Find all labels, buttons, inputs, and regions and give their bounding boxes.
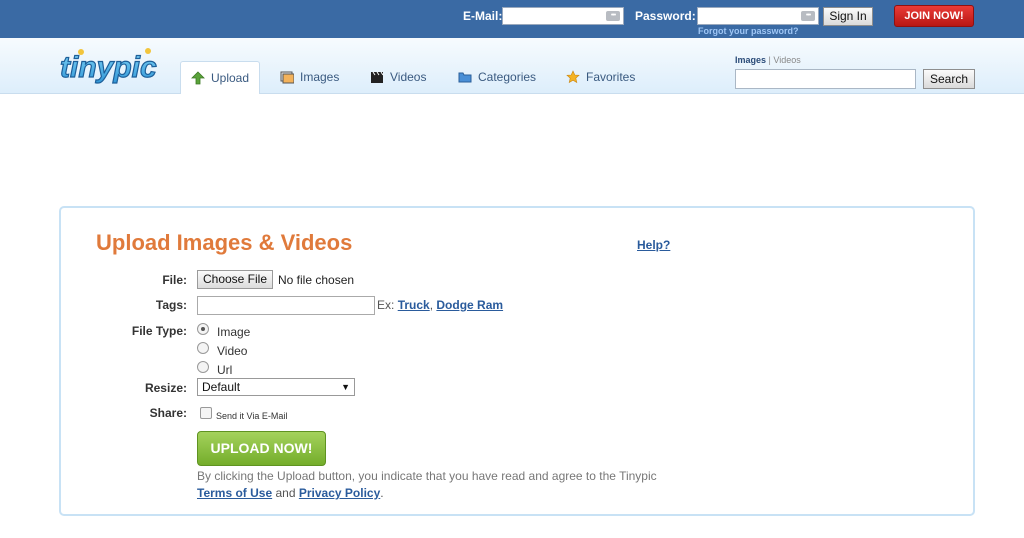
login-bar: E-Mail: ••• Password: ••• Sign In JOIN N… bbox=[0, 0, 1024, 38]
file-type-label: File Type: bbox=[131, 324, 187, 338]
choose-file-button[interactable]: Choose File bbox=[197, 270, 273, 289]
upload-panel: Upload Images & Videos Help? File: Choos… bbox=[59, 206, 975, 516]
main-nav: tinypic Upload Images Videos Categories … bbox=[0, 38, 1024, 94]
tags-example: Ex: Truck, Dodge Ram bbox=[377, 298, 503, 312]
resize-value: Default bbox=[202, 380, 241, 394]
tab-categories[interactable]: Categories bbox=[448, 61, 546, 93]
file-label: File: bbox=[162, 273, 187, 287]
search-scope: Images | Videos bbox=[735, 55, 801, 65]
folder-icon bbox=[458, 72, 472, 83]
tab-upload[interactable]: Upload bbox=[180, 61, 261, 94]
tags-input[interactable] bbox=[197, 296, 375, 315]
agreement-period: . bbox=[380, 486, 384, 500]
file-type-image-label[interactable]: Image bbox=[217, 325, 250, 339]
tags-label: Tags: bbox=[155, 298, 187, 312]
password-field[interactable]: ••• bbox=[697, 7, 819, 25]
tab-label: Categories bbox=[478, 70, 537, 84]
share-label: Share: bbox=[149, 406, 187, 420]
images-icon bbox=[280, 71, 294, 84]
upload-now-button[interactable]: UPLOAD NOW! bbox=[197, 431, 326, 466]
agreement-and: and bbox=[275, 486, 296, 500]
agreement-text: By clicking the Upload button, you indic… bbox=[197, 469, 657, 483]
star-icon bbox=[566, 70, 580, 84]
up-arrow-icon bbox=[191, 71, 205, 85]
logo-text: tinypic bbox=[60, 51, 157, 84]
password-label: Password: bbox=[635, 9, 696, 23]
tags-example-truck-link[interactable]: Truck bbox=[398, 298, 430, 312]
password-manager-icon[interactable]: ••• bbox=[606, 11, 620, 21]
resize-select[interactable]: Default ▼ bbox=[197, 378, 355, 396]
tags-example-prefix: Ex: bbox=[377, 298, 395, 312]
search-input[interactable] bbox=[735, 69, 916, 89]
share-email-checkbox[interactable] bbox=[200, 407, 212, 419]
tab-videos[interactable]: Videos bbox=[360, 61, 436, 93]
share-email-label[interactable]: Send it Via E-Mail bbox=[216, 411, 287, 421]
file-type-url-radio[interactable] bbox=[197, 361, 209, 373]
help-link[interactable]: Help? bbox=[637, 238, 670, 252]
join-now-button[interactable]: JOIN NOW! bbox=[894, 5, 974, 27]
tab-favorites[interactable]: Favorites bbox=[556, 61, 645, 93]
file-type-image-radio[interactable] bbox=[197, 323, 209, 335]
tags-example-sep: , bbox=[429, 298, 434, 312]
privacy-policy-link[interactable]: Privacy Policy bbox=[299, 486, 380, 500]
resize-label: Resize: bbox=[144, 381, 187, 395]
file-type-video-label[interactable]: Video bbox=[217, 344, 247, 358]
clapperboard-icon bbox=[371, 71, 384, 83]
tab-images[interactable]: Images bbox=[270, 61, 349, 93]
page-title: Upload Images & Videos bbox=[96, 230, 353, 255]
agreement-links: Terms of Use and Privacy Policy. bbox=[197, 486, 384, 500]
tags-example-dodge-ram-link[interactable]: Dodge Ram bbox=[436, 298, 503, 312]
tab-label: Upload bbox=[211, 71, 250, 85]
file-type-video-radio[interactable] bbox=[197, 342, 209, 354]
tab-label: Videos bbox=[390, 70, 427, 84]
dropdown-arrow-icon: ▼ bbox=[341, 382, 350, 392]
sign-in-button[interactable]: Sign In bbox=[823, 7, 873, 26]
tinypic-logo[interactable]: tinypic bbox=[58, 46, 162, 86]
scope-videos-link[interactable]: Videos bbox=[773, 55, 800, 65]
email-field[interactable]: ••• bbox=[502, 7, 624, 25]
scope-separator: | bbox=[768, 55, 771, 65]
scope-images-link[interactable]: Images bbox=[735, 55, 766, 65]
email-label: E-Mail: bbox=[463, 9, 503, 23]
file-status: No file chosen bbox=[278, 273, 355, 287]
file-type-url-label[interactable]: Url bbox=[217, 363, 232, 377]
password-manager-icon[interactable]: ••• bbox=[801, 11, 815, 21]
tab-label: Images bbox=[300, 70, 340, 84]
search-button[interactable]: Search bbox=[923, 69, 975, 89]
terms-of-use-link[interactable]: Terms of Use bbox=[197, 486, 272, 500]
forgot-password-link[interactable]: Forgot your password? bbox=[698, 26, 799, 36]
tab-label: Favorites bbox=[586, 70, 636, 84]
